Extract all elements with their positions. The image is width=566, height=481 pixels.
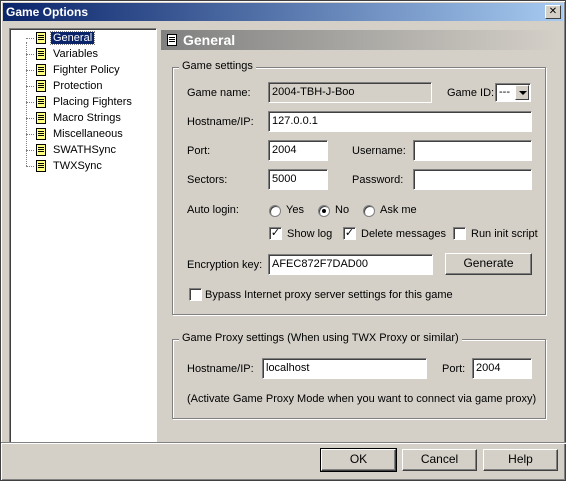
generate-button[interactable]: Generate: [445, 253, 532, 275]
password-label: Password:: [352, 174, 404, 186]
show-log-label[interactable]: Show log: [287, 228, 332, 240]
tree-item-macro-strings[interactable]: Macro Strings: [20, 110, 150, 126]
group-title: Game Proxy settings (When using TWX Prox…: [179, 332, 462, 344]
window-title: Game Options: [6, 5, 89, 19]
auto-login-askme-label[interactable]: Ask me: [380, 204, 417, 216]
page-title: General: [183, 32, 236, 48]
tree-item-label: TWXSync: [53, 160, 102, 172]
tree-branch: [26, 165, 34, 167]
tree-branch: [26, 133, 34, 135]
doc-icon: [36, 112, 46, 124]
options-tree[interactable]: General Variables Fighter Policy Protect…: [9, 28, 157, 443]
tree-item-label: Miscellaneous: [53, 128, 123, 140]
tree-item-variables[interactable]: Variables: [20, 46, 150, 62]
game-id-label: Game ID:: [447, 87, 495, 99]
tree-item-label: Protection: [53, 80, 103, 92]
game-name-field: 2004-TBH-J-Boo: [268, 82, 432, 103]
hostname-field[interactable]: 127.0.0.1: [268, 111, 532, 132]
proxy-hostname-label: Hostname/IP:: [187, 363, 254, 375]
username-label: Username:: [352, 145, 406, 157]
cancel-button[interactable]: Cancel: [402, 449, 477, 471]
tree-branch: [26, 117, 34, 119]
tree-branch: [26, 85, 34, 87]
game-settings-group: Game settings Game name: 2004-TBH-J-Boo …: [172, 60, 546, 315]
tree-item-label: Macro Strings: [53, 112, 121, 124]
game-name-label: Game name:: [187, 87, 251, 99]
bypass-proxy-checkbox[interactable]: [189, 288, 202, 301]
auto-login-yes-label[interactable]: Yes: [286, 204, 304, 216]
tree-item-protection[interactable]: Protection: [20, 78, 150, 94]
auto-login-no-radio[interactable]: [318, 205, 330, 217]
sectors-field[interactable]: 5000: [268, 169, 328, 190]
tree-branch: [26, 101, 34, 103]
doc-icon: [36, 144, 46, 156]
game-id-value: ---: [499, 86, 510, 98]
page-header: General: [161, 30, 559, 50]
ok-button[interactable]: OK: [320, 448, 397, 472]
encryption-key-label: Encryption key:: [187, 259, 263, 271]
encryption-key-field[interactable]: AFEC872F7DAD00: [268, 254, 433, 275]
hostname-label: Hostname/IP:: [187, 116, 254, 128]
tree-item-label: SWATHSync: [53, 144, 116, 156]
close-icon[interactable]: ✕: [545, 5, 561, 19]
port-field[interactable]: 2004: [268, 140, 328, 161]
tree-item-fighter-policy[interactable]: Fighter Policy: [20, 62, 150, 78]
tree-item-swathsync[interactable]: SWATHSync: [20, 142, 150, 158]
doc-icon: [36, 128, 46, 140]
sectors-label: Sectors:: [187, 174, 228, 186]
tree-item-label: Fighter Policy: [53, 64, 120, 76]
doc-icon: [36, 64, 46, 76]
run-init-script-label[interactable]: Run init script: [471, 228, 538, 240]
proxy-settings-group: Game Proxy settings (When using TWX Prox…: [172, 332, 546, 419]
tree-item-miscellaneous[interactable]: Miscellaneous: [20, 126, 150, 142]
footer-divider: [1, 442, 566, 444]
tree-branch: [26, 53, 34, 55]
help-button[interactable]: Help: [483, 449, 558, 471]
game-id-select[interactable]: ---: [495, 83, 531, 102]
port-label: Port:: [187, 145, 211, 157]
password-field[interactable]: [413, 169, 532, 190]
proxy-hostname-field[interactable]: localhost: [262, 358, 427, 379]
tree-branch: [26, 37, 34, 39]
auto-login-label: Auto login:: [187, 204, 239, 216]
tree-branch: [26, 69, 34, 71]
tree-item-general[interactable]: General: [20, 30, 150, 46]
auto-login-yes-radio[interactable]: [269, 205, 281, 217]
doc-icon: [36, 96, 46, 108]
auto-login-no-label[interactable]: No: [335, 204, 349, 216]
tree-branch: [26, 149, 34, 151]
tree-item-label: Variables: [53, 48, 99, 60]
username-field[interactable]: [413, 140, 532, 161]
tree-item-label: Placing Fighters: [53, 96, 132, 108]
show-log-checkbox[interactable]: ✓: [269, 227, 282, 240]
doc-icon: [36, 160, 46, 172]
tree-item-placing-fighters[interactable]: Placing Fighters: [20, 94, 150, 110]
delete-messages-label[interactable]: Delete messages: [361, 228, 446, 240]
bypass-proxy-label[interactable]: Bypass Internet proxy server settings fo…: [205, 289, 453, 301]
doc-icon: [36, 48, 46, 60]
doc-icon: [167, 34, 177, 46]
group-title: Game settings: [179, 60, 256, 72]
game-options-window: Game Options ✕ General Variables Fighter…: [0, 0, 566, 481]
proxy-note: (Activate Game Proxy Mode when you want …: [187, 393, 537, 405]
auto-login-askme-radio[interactable]: [363, 205, 375, 217]
doc-icon: [36, 80, 46, 92]
proxy-port-field[interactable]: 2004: [472, 358, 532, 379]
proxy-port-label: Port:: [442, 363, 466, 375]
tree-item-twxsync[interactable]: TWXSync: [20, 158, 150, 174]
run-init-script-checkbox[interactable]: [453, 227, 466, 240]
tree-item-label: General: [49, 31, 96, 45]
chevron-down-icon[interactable]: [515, 85, 529, 100]
doc-icon: [36, 32, 46, 44]
delete-messages-checkbox[interactable]: ✓: [343, 227, 356, 240]
title-bar: Game Options ✕: [3, 3, 563, 21]
